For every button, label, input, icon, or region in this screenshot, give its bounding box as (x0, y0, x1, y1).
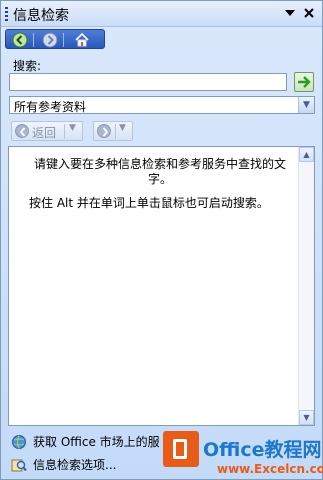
office-tutorial-watermark: Office教程网 www.Excelcn.com (159, 429, 323, 480)
go-arrow-icon[interactable] (294, 72, 314, 92)
globe-icon (11, 434, 27, 450)
research-options-icon (11, 457, 27, 473)
back-button[interactable]: 返回 ▼ (11, 121, 83, 141)
button-separator (64, 124, 65, 139)
chevron-down-icon[interactable]: ▼ (298, 97, 314, 113)
button-separator (115, 124, 116, 139)
back-button-label: 返回 (32, 126, 57, 140)
chevron-down-icon[interactable]: ▼ (119, 123, 126, 133)
search-label: 搜索: (13, 59, 42, 73)
scroll-up-icon[interactable]: ▲ (299, 147, 314, 162)
watermark-url: www.Excelcn.com (217, 462, 323, 476)
close-icon[interactable] (301, 5, 317, 21)
chevron-down-icon[interactable]: ▼ (69, 123, 76, 133)
research-options-link-text: 信息检索选项... (33, 458, 117, 472)
scope-selected-value: 所有参考资料 (14, 100, 87, 114)
watermark-brand: Office教程网 (203, 439, 322, 461)
pane-title: 信息检索 (13, 8, 69, 24)
search-scope-select[interactable]: 所有参考资料 ▼ (9, 96, 315, 114)
research-options-link[interactable]: 信息检索选项... (11, 456, 116, 473)
back-arrow-icon[interactable] (12, 32, 28, 48)
results-scrollbar[interactable]: ▲ ▼ (298, 147, 314, 425)
forward-arrow-icon[interactable] (42, 32, 58, 48)
office-marketplace-link-text: 获取 Office 市场上的服 (33, 435, 160, 449)
back-arrow-icon (15, 124, 29, 138)
drag-grip-icon[interactable] (5, 7, 8, 21)
nav-separator (63, 33, 64, 47)
research-task-pane: 信息检索 搜索: 所有参考资料 ▼ 返回 ▼ ▼ 请键入要在多种信息检索和参考服… (0, 0, 323, 480)
results-panel: 请键入要在多种信息检索和参考服务中查找的文字。 按住 Alt 并在单词上单击鼠标… (8, 146, 315, 426)
office-logo-icon (163, 431, 199, 467)
forward-arrow-icon (97, 124, 111, 138)
scroll-down-icon[interactable]: ▼ (299, 410, 314, 425)
forward-button[interactable]: ▼ (93, 121, 133, 141)
task-pane-titlebar: 信息检索 (1, 1, 322, 27)
results-message-alt-tip: 按住 Alt 并在单词上单击鼠标也可启动搜索。 (29, 196, 269, 210)
results-message-instructions: 请键入要在多种信息检索和参考服务中查找的文字。 (33, 157, 286, 186)
office-marketplace-link[interactable]: 获取 Office 市场上的服 (11, 433, 160, 450)
search-input[interactable] (9, 73, 287, 91)
task-pane-nav-toolbar (5, 29, 105, 49)
home-icon[interactable] (74, 32, 90, 48)
nav-separator (33, 33, 34, 47)
dropdown-triangle-icon[interactable] (282, 5, 298, 21)
